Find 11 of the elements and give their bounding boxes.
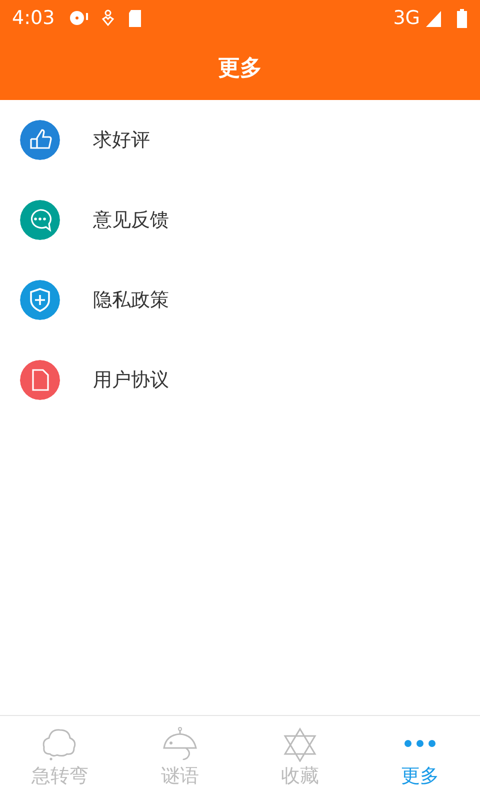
network-text: 3G <box>393 6 420 31</box>
battery-icon <box>456 8 468 28</box>
menu-item[interactable]: 隐私政策 <box>0 260 480 340</box>
mouse-icon <box>160 726 200 762</box>
page-title: 更多 <box>218 54 262 82</box>
menu-item[interactable]: 求好评 <box>0 100 480 180</box>
clock-text: 4:03 <box>12 6 55 31</box>
more-icon <box>402 739 438 748</box>
sd-card-icon <box>126 8 143 28</box>
menu-item[interactable]: 用户协议 <box>0 340 480 420</box>
menu-item[interactable]: 意见反馈 <box>0 180 480 260</box>
